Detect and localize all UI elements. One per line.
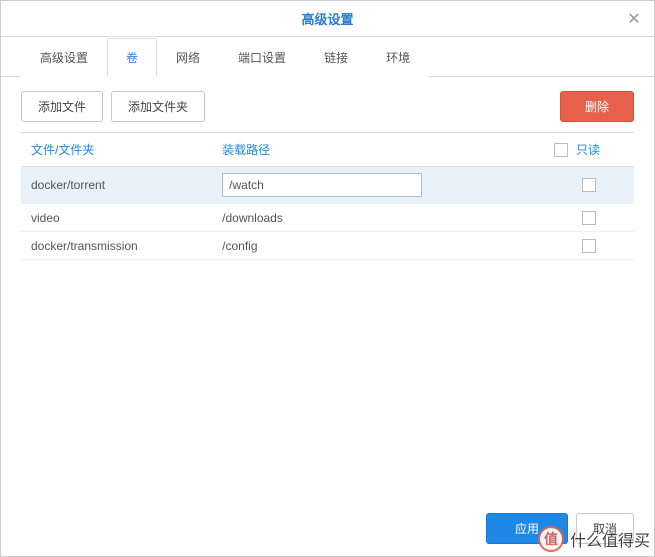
cell-readonly	[544, 204, 634, 232]
tab-port[interactable]: 端口设置	[219, 38, 305, 77]
footer: 应用 取消 值 什么值得买	[1, 501, 654, 556]
add-folder-button[interactable]: 添加文件夹	[111, 91, 205, 122]
readonly-checkbox[interactable]	[582, 211, 596, 225]
tab-bar: 高级设置 卷 网络 端口设置 链接 环境	[1, 37, 654, 77]
tab-network[interactable]: 网络	[157, 38, 219, 77]
modal-title: 高级设置	[301, 9, 353, 28]
cell-file: docker/torrent	[21, 167, 212, 204]
delete-button[interactable]: 删除	[560, 91, 634, 122]
volume-table: 文件/文件夹 装载路径 只读 docker/torrent	[21, 132, 634, 260]
tab-link[interactable]: 链接	[305, 38, 367, 77]
table-row[interactable]: video /downloads	[21, 204, 634, 232]
column-readonly[interactable]: 只读	[544, 133, 634, 167]
table-row[interactable]: docker/transmission /config	[21, 232, 634, 260]
cell-mount: /downloads	[212, 204, 544, 232]
tab-advanced[interactable]: 高级设置	[21, 38, 107, 77]
tab-volume[interactable]: 卷	[107, 38, 157, 77]
cell-readonly	[544, 167, 634, 204]
titlebar: 高级设置 ✕	[1, 1, 654, 37]
readonly-header-checkbox[interactable]	[554, 143, 568, 157]
tab-env[interactable]: 环境	[367, 38, 429, 77]
table-row[interactable]: docker/torrent	[21, 167, 634, 204]
close-icon[interactable]: ✕	[624, 9, 644, 29]
cell-mount	[212, 167, 544, 204]
advanced-settings-modal: 高级设置 ✕ 高级设置 卷 网络 端口设置 链接 环境 添加文件 添加文件夹 删…	[0, 0, 655, 557]
column-file[interactable]: 文件/文件夹	[21, 133, 212, 167]
column-mount[interactable]: 装载路径	[212, 133, 544, 167]
readonly-checkbox[interactable]	[582, 239, 596, 253]
readonly-header-label: 只读	[576, 141, 600, 158]
cell-file: docker/transmission	[21, 232, 212, 260]
toolbar: 添加文件 添加文件夹 删除	[1, 77, 654, 132]
readonly-checkbox[interactable]	[582, 178, 596, 192]
cell-file: video	[21, 204, 212, 232]
volume-table-wrap: 文件/文件夹 装载路径 只读 docker/torrent	[1, 132, 654, 501]
cell-readonly	[544, 232, 634, 260]
apply-button[interactable]: 应用	[486, 513, 568, 544]
cell-mount: /config	[212, 232, 544, 260]
add-file-button[interactable]: 添加文件	[21, 91, 103, 122]
cancel-button[interactable]: 取消	[576, 513, 634, 544]
mount-path-input[interactable]	[222, 173, 422, 197]
